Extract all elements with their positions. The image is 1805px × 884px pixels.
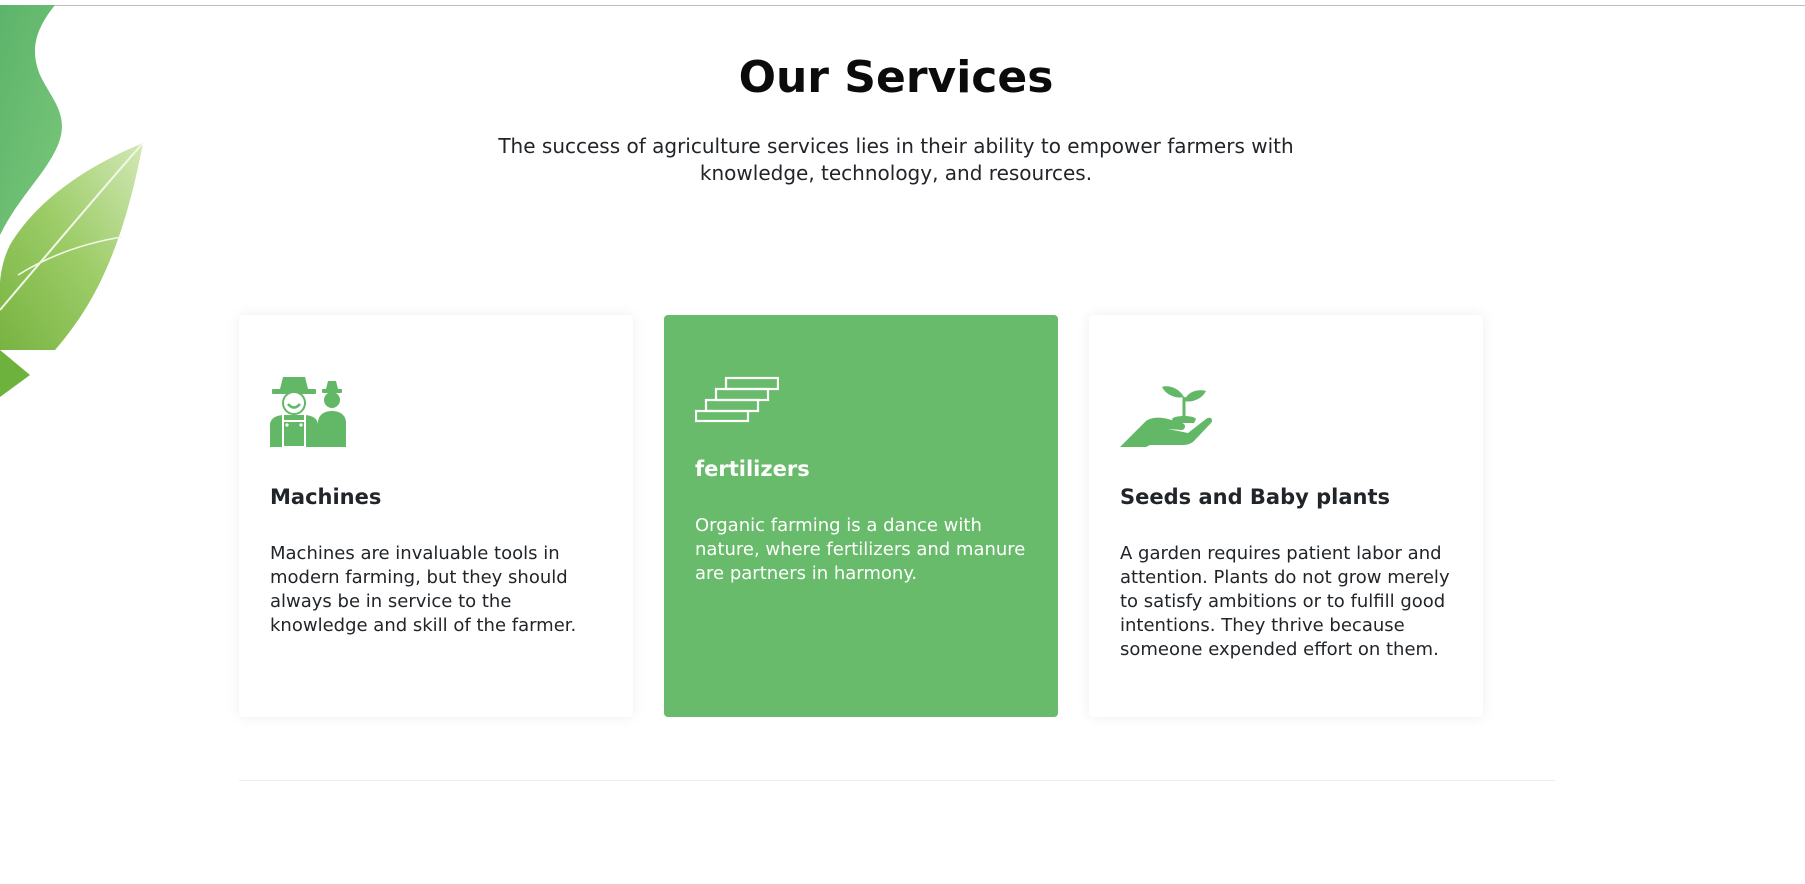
stairs-icon: [695, 376, 779, 423]
card-title: fertilizers: [695, 457, 810, 481]
card-text: Organic farming is a dance with nature, …: [695, 515, 1026, 584]
hand-plant-icon: [1120, 386, 1213, 447]
farmers-icon: [270, 377, 346, 447]
section-divider: [239, 780, 1555, 781]
top-border: [0, 0, 1805, 6]
card-text: Machines are invaluable tools in modern …: [270, 543, 577, 636]
services-page: Our Services The success of agriculture …: [0, 0, 1805, 884]
card-title: Machines: [270, 485, 382, 509]
card-text: A garden requires patient labor and atte…: [1120, 543, 1450, 660]
service-card-fertilizers[interactable]: fertilizers Organic farming is a dance w…: [664, 315, 1058, 717]
service-card-seeds[interactable]: Seeds and Baby plants A garden requires …: [1089, 315, 1483, 717]
card-title: Seeds and Baby plants: [1120, 485, 1391, 509]
section-subtitle: The success of agriculture services lies…: [498, 134, 1294, 185]
section-title: Our Services: [738, 52, 1054, 103]
service-card-machines[interactable]: Machines Machines are invaluable tools i…: [239, 315, 633, 717]
